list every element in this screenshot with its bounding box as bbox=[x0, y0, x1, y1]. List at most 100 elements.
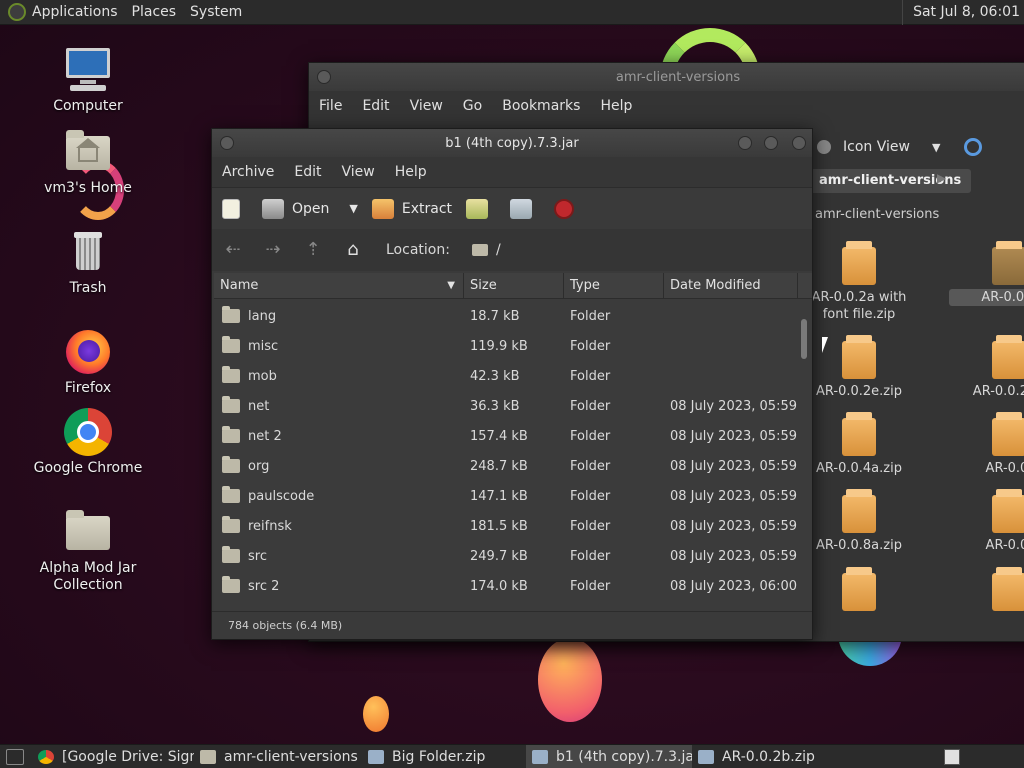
wallpaper-blob-small bbox=[363, 696, 389, 732]
menu-system[interactable]: System bbox=[190, 4, 242, 20]
file-manager-toolbar: Icon View ▼ bbox=[809, 129, 1024, 165]
archive-manager-titlebar[interactable]: b1 (4th copy).7.3.jar bbox=[212, 129, 812, 157]
table-row[interactable]: src 2 174.0 kB Folder 08 July 2023, 06:00 bbox=[214, 571, 799, 601]
back-icon[interactable]: ⇠ bbox=[222, 239, 244, 261]
archive-icon bbox=[992, 412, 1024, 456]
table-row[interactable]: net 36.3 kB Folder 08 July 2023, 05:59 bbox=[214, 391, 799, 421]
menu-applications[interactable]: Applications bbox=[32, 4, 118, 20]
desktop-icon-computer[interactable]: Computer bbox=[33, 46, 143, 114]
menu-help[interactable]: Help bbox=[600, 98, 632, 114]
chevron-down-icon[interactable]: ▼ bbox=[349, 202, 357, 215]
menu-file[interactable]: File bbox=[319, 98, 342, 114]
file-icon-item[interactable]: AR-0.0.2 bbox=[949, 241, 1024, 306]
chrome-icon bbox=[64, 408, 112, 456]
table-row[interactable]: org 248.7 kB Folder 08 July 2023, 05:59 bbox=[214, 451, 799, 481]
desktop-icon-chrome[interactable]: Google Chrome bbox=[33, 408, 143, 476]
desktop-icon-trash[interactable]: Trash bbox=[33, 228, 143, 296]
table-row[interactable]: paulscode 147.1 kB Folder 08 July 2023, 05:… bbox=[214, 481, 799, 511]
file-list-scrollbar[interactable] bbox=[798, 299, 810, 611]
archive-manager-window[interactable]: b1 (4th copy).7.3.jar Archive Edit View … bbox=[211, 128, 813, 640]
menu-bookmarks[interactable]: Bookmarks bbox=[502, 98, 580, 114]
file-icon-item[interactable]: AR-0.0.4a.zip bbox=[799, 412, 919, 477]
view-mode-select[interactable]: Icon View ▼ bbox=[809, 139, 940, 155]
taskbar-item-ar-zip[interactable]: AR-0.0.2b.zip bbox=[692, 745, 852, 768]
file-icon-item[interactable]: AR-0.0.2e t bbox=[949, 335, 1024, 400]
menu-go[interactable]: Go bbox=[463, 98, 482, 114]
archive-icon bbox=[842, 412, 876, 456]
archive-toolbar: Open ▼ Extract bbox=[212, 187, 812, 229]
up-icon[interactable]: ⇡ bbox=[302, 239, 324, 261]
file-icon-item[interactable] bbox=[949, 567, 1024, 615]
open-label: Open bbox=[292, 200, 330, 217]
folder-icon bbox=[222, 306, 240, 323]
add-folder-button[interactable] bbox=[510, 198, 540, 219]
menu-archive[interactable]: Archive bbox=[222, 164, 274, 180]
menu-view[interactable]: View bbox=[342, 164, 375, 180]
taskbar-item-b1-jar[interactable]: b1 (4th copy).7.3.jar bbox=[526, 744, 692, 768]
taskbar-item-file-manager[interactable]: amr-client-versions bbox=[194, 745, 362, 768]
scrollbar-thumb[interactable] bbox=[801, 319, 807, 359]
folder-icon bbox=[222, 576, 240, 593]
menu-help[interactable]: Help bbox=[395, 164, 427, 180]
wallpaper-blob-orange bbox=[538, 638, 602, 722]
desktop-icon-label: Firefox bbox=[64, 380, 112, 396]
maximize-button[interactable] bbox=[764, 136, 778, 150]
table-row[interactable]: src 249.7 kB Folder 08 July 2023, 05:59 bbox=[214, 541, 799, 571]
home-icon[interactable]: ⌂ bbox=[342, 239, 364, 261]
file-icon-item[interactable] bbox=[799, 567, 919, 615]
menu-view[interactable]: View bbox=[410, 98, 443, 114]
taskbar-item-chrome[interactable]: [Google Drive: Sign… bbox=[32, 745, 194, 768]
file-icon-item[interactable]: AR-0.0. bbox=[949, 489, 1024, 554]
desktop-icon-firefox[interactable]: Firefox bbox=[33, 328, 143, 396]
file-icon-item[interactable]: AR-0.0.8a.zip bbox=[799, 489, 919, 554]
menu-edit[interactable]: Edit bbox=[362, 98, 389, 114]
desktop-icon-home[interactable]: vm3's Home bbox=[33, 128, 143, 196]
desktop-icon-jar-collection[interactable]: Alpha Mod Jar Collection bbox=[33, 508, 143, 594]
table-row[interactable]: mob 42.3 kB Folder bbox=[214, 361, 799, 391]
location-field[interactable]: / bbox=[471, 242, 501, 258]
folder-icon bbox=[200, 749, 216, 764]
stop-button[interactable] bbox=[554, 198, 582, 219]
archive-file-list[interactable]: Name ▼ Size Type Date Modified lang 18.7 … bbox=[214, 273, 812, 613]
table-row[interactable]: net 2 157.4 kB Folder 08 July 2023, 05:59 bbox=[214, 421, 799, 451]
file-icon-item[interactable]: AR-0.0.2e.zip bbox=[799, 335, 919, 400]
window-menu-icon[interactable] bbox=[220, 136, 234, 150]
folder-icon bbox=[222, 336, 240, 353]
archive-icon bbox=[532, 749, 548, 764]
table-row[interactable]: misc 119.9 kB Folder bbox=[214, 331, 799, 361]
column-type[interactable]: Type bbox=[564, 273, 664, 299]
file-icon-item[interactable]: AR-0.0. bbox=[949, 412, 1024, 477]
taskbar-item-big-folder[interactable]: Big Folder.zip bbox=[362, 745, 526, 768]
desktop-icon-label: Google Chrome bbox=[33, 460, 143, 476]
file-manager-titlebar[interactable]: amr-client-versions bbox=[309, 63, 1024, 91]
column-date[interactable]: Date Modified bbox=[664, 273, 798, 299]
window-menu-icon[interactable] bbox=[317, 70, 331, 84]
menu-edit[interactable]: Edit bbox=[294, 164, 321, 180]
clock[interactable]: Sat Jul 8, 06:01 bbox=[902, 0, 1020, 25]
menu-places[interactable]: Places bbox=[132, 4, 177, 20]
extract-button[interactable]: Extract bbox=[371, 198, 452, 219]
column-name[interactable]: Name ▼ bbox=[214, 273, 464, 299]
folder-icon bbox=[222, 546, 240, 563]
minimize-button[interactable] bbox=[738, 136, 752, 150]
close-button[interactable] bbox=[792, 136, 806, 150]
add-files-button[interactable] bbox=[466, 198, 496, 219]
open-button[interactable]: Open ▼ bbox=[262, 198, 358, 219]
chrome-icon bbox=[38, 749, 54, 764]
distro-logo-icon[interactable] bbox=[8, 3, 26, 21]
table-row[interactable]: reifnsk 181.5 kB Folder 08 July 2023, 05:59 bbox=[214, 511, 799, 541]
location-bar: ⇠ ⇢ ⇡ ⌂ Location: / bbox=[212, 229, 812, 271]
table-row[interactable]: lang 18.7 kB Folder bbox=[214, 301, 799, 331]
show-desktop-icon[interactable] bbox=[6, 748, 24, 765]
search-icon[interactable] bbox=[964, 138, 983, 156]
new-archive-button[interactable] bbox=[222, 198, 248, 219]
breadcrumb-forward-icon[interactable]: ▶ bbox=[937, 171, 946, 185]
forward-icon[interactable]: ⇢ bbox=[262, 239, 284, 261]
file-icon-item[interactable]: AR-0.0.2a with font file.zip bbox=[799, 241, 919, 323]
breadcrumb-current[interactable]: amr-client-versions bbox=[809, 169, 972, 193]
column-size[interactable]: Size bbox=[464, 273, 564, 299]
file-manager-menubar: File Edit View Go Bookmarks Help bbox=[309, 91, 1024, 121]
workspace-switcher-icon[interactable] bbox=[944, 749, 960, 765]
add-files-icon bbox=[466, 198, 489, 219]
location-label: Location: bbox=[386, 242, 450, 258]
